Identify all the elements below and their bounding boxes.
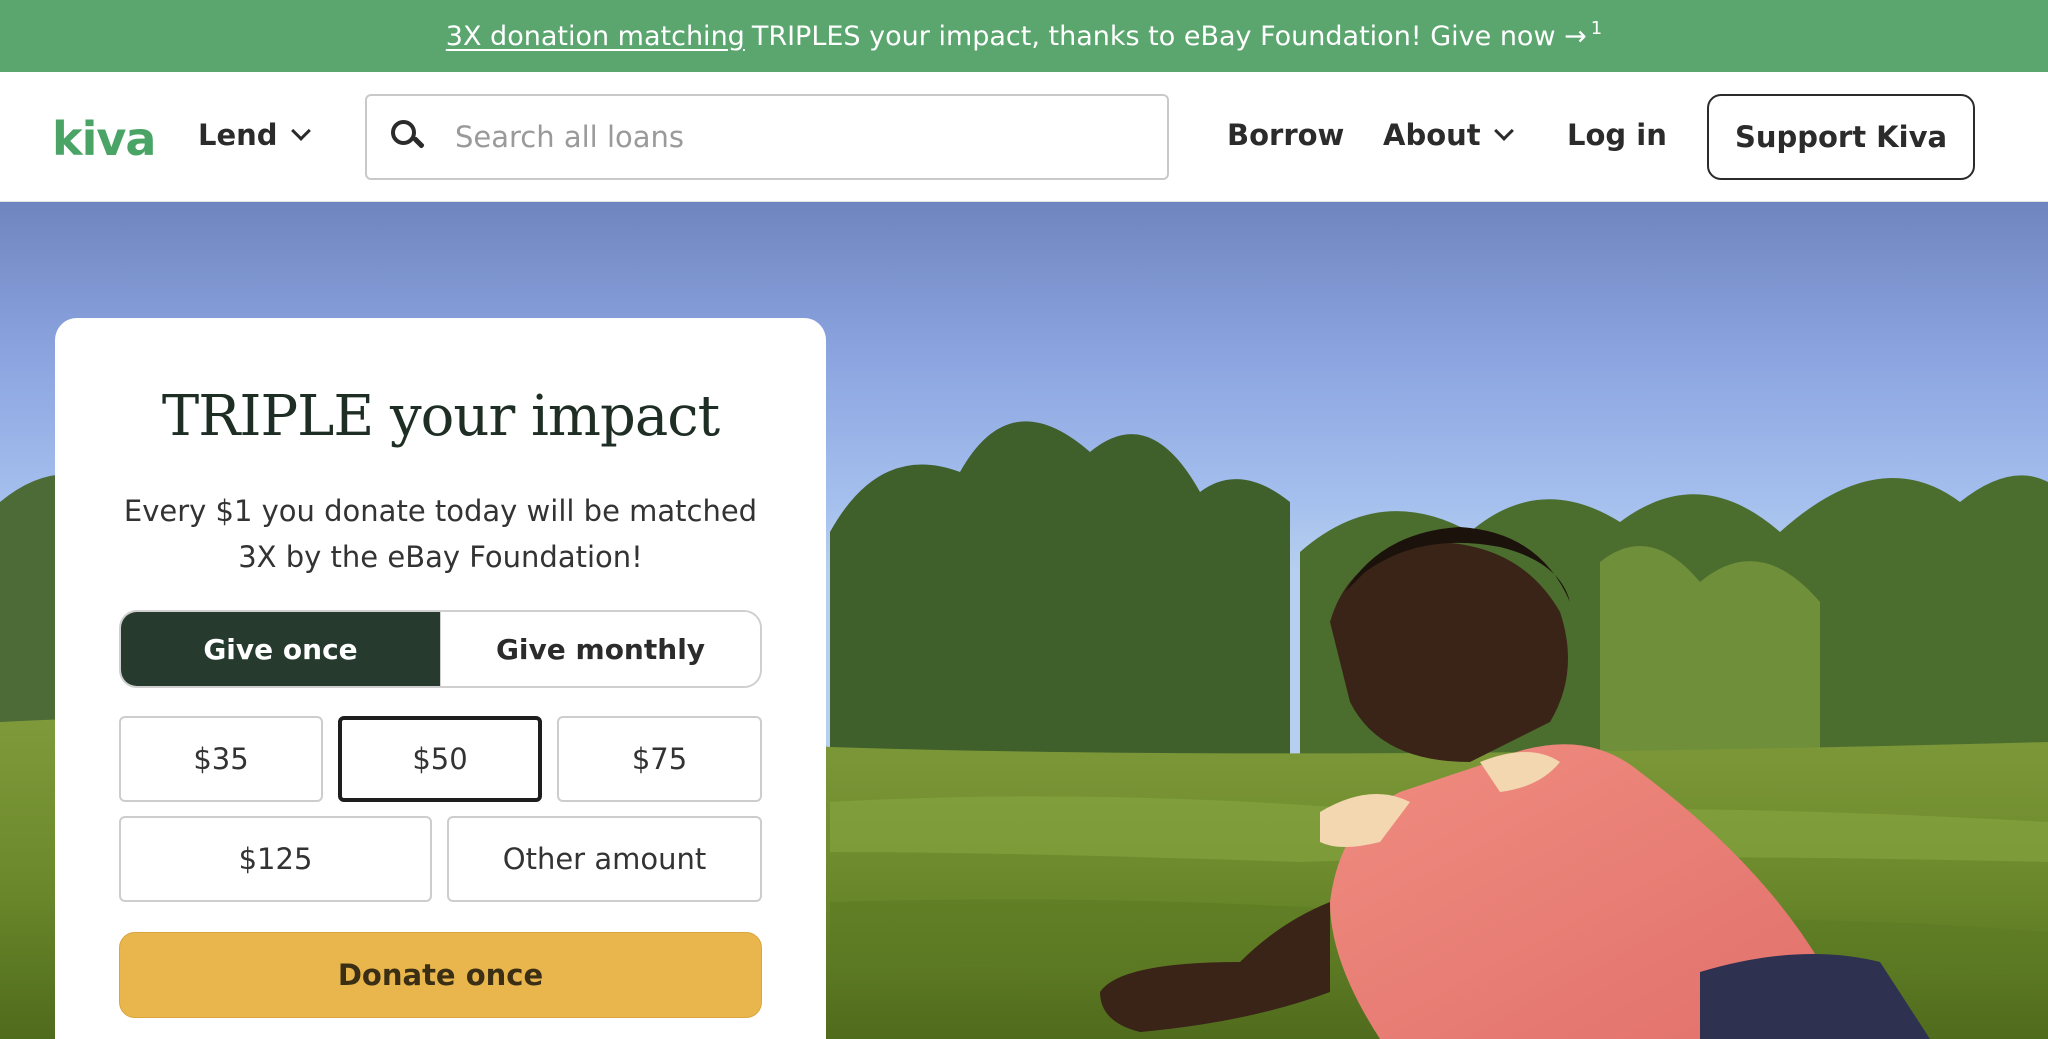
login-link[interactable]: Log in (1567, 118, 1667, 152)
promo-text[interactable]: TRIPLES your impact, thanks to eBay Foun… (752, 21, 1587, 52)
lend-label: Lend (198, 118, 278, 152)
other-amount-option[interactable]: Other amount (447, 816, 762, 902)
chevron-down-icon (1493, 121, 1514, 141)
borrow-link[interactable]: Borrow (1227, 118, 1344, 152)
card-description: Every $1 you donate today will be matche… (123, 494, 758, 574)
amount-option-50[interactable]: $50 (338, 716, 542, 802)
search-icon (391, 120, 425, 154)
search-box[interactable] (365, 94, 1169, 180)
about-menu[interactable]: About (1383, 118, 1514, 152)
frequency-toggle: Give once Give monthly (119, 610, 762, 688)
chevron-down-icon (290, 121, 311, 141)
give-monthly-tab[interactable]: Give monthly (440, 612, 760, 686)
card-title: TRIPLE your impact (161, 384, 720, 449)
kiva-logo[interactable]: kiva (52, 112, 156, 166)
site-header: kiva Lend Borrow About Log in Support Ki… (0, 72, 2048, 202)
lend-menu[interactable]: Lend (198, 118, 311, 152)
amount-option-125[interactable]: $125 (119, 816, 432, 902)
donation-card: TRIPLE your impact Every $1 you donate t… (55, 318, 826, 1039)
amount-option-35[interactable]: $35 (119, 716, 323, 802)
search-input[interactable] (455, 120, 1135, 154)
amount-option-75[interactable]: $75 (557, 716, 762, 802)
donate-button[interactable]: Donate once (119, 932, 762, 1018)
promo-banner: 3X donation matching TRIPLES your impact… (0, 0, 2048, 72)
give-once-tab[interactable]: Give once (121, 612, 440, 686)
about-label: About (1383, 118, 1481, 152)
support-kiva-button[interactable]: Support Kiva (1707, 94, 1975, 180)
donation-matching-link[interactable]: 3X donation matching (446, 21, 745, 52)
promo-footnote: 1 (1590, 17, 1603, 39)
